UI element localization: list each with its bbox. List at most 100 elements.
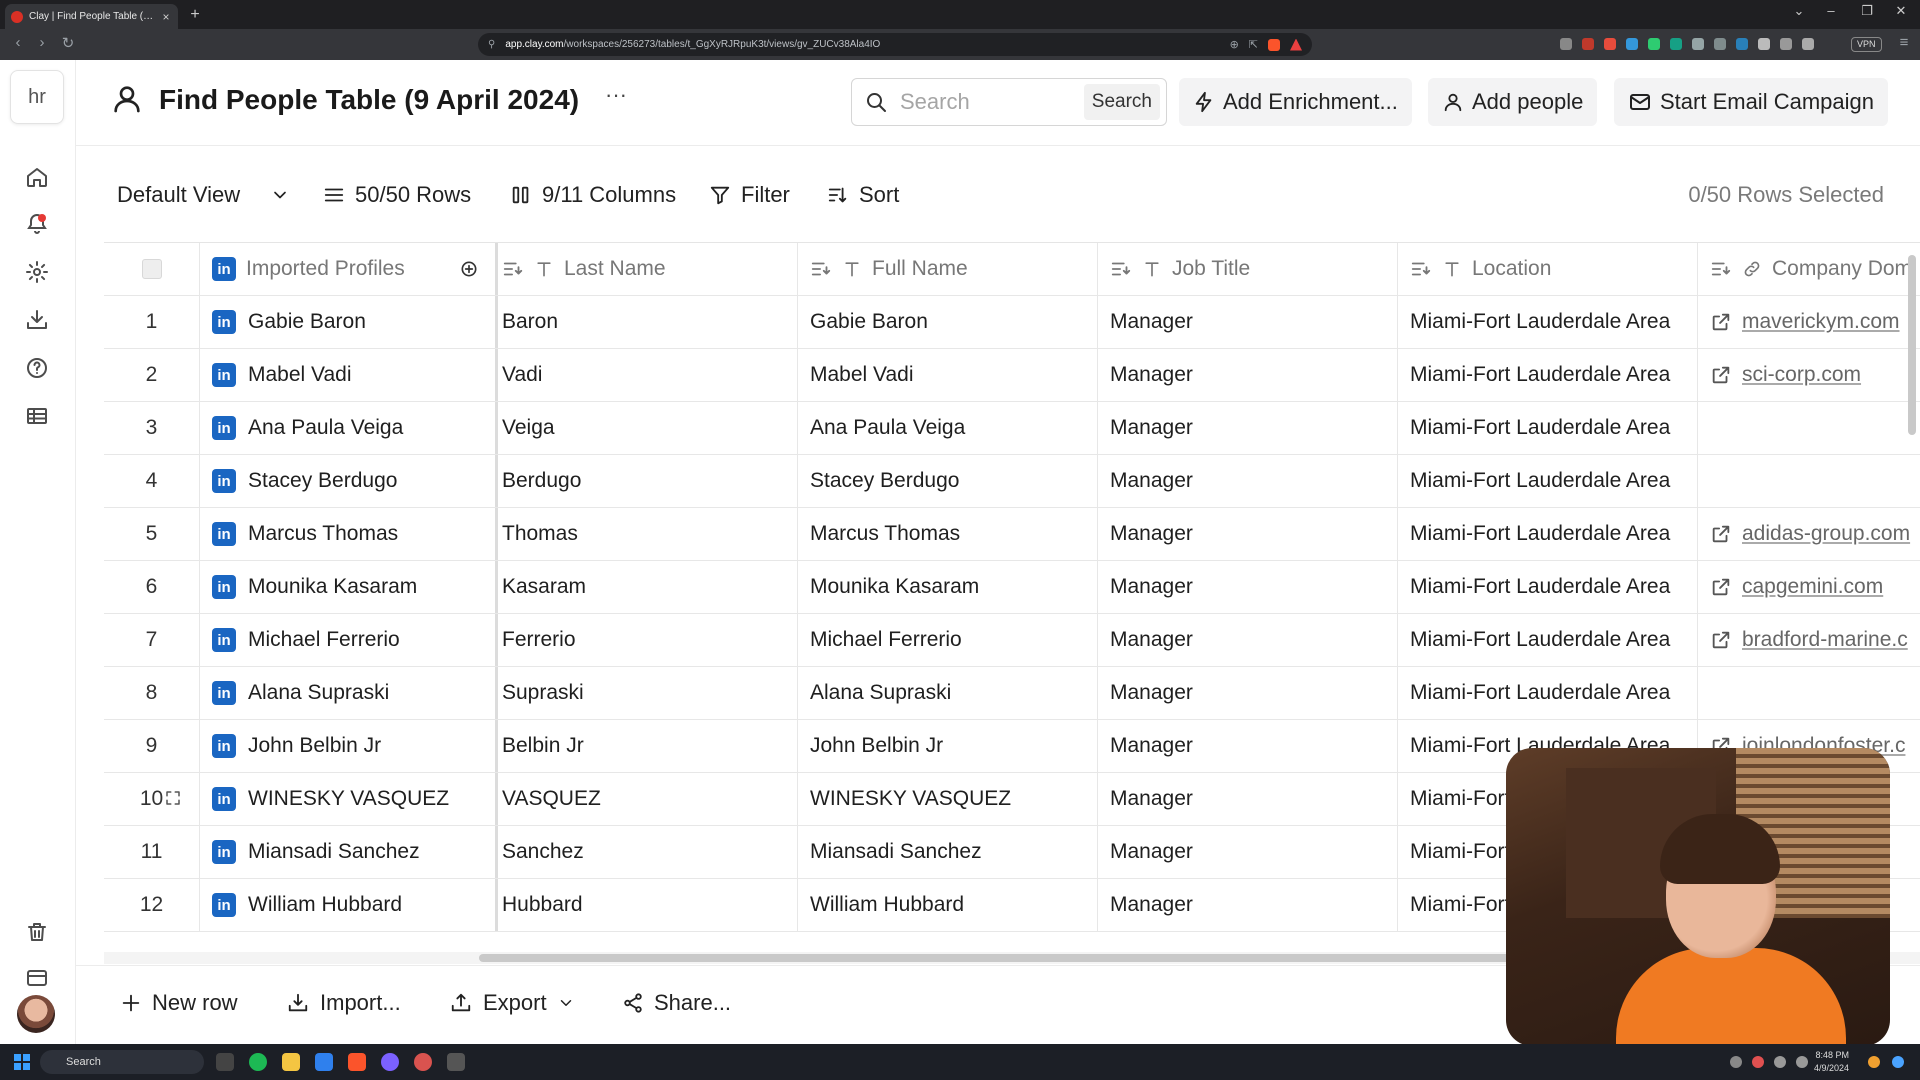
table-row[interactable]: 6 in Mounika Kasaram Kasaram Mounika Kasaram… <box>104 561 1920 614</box>
settings-gear-icon[interactable] <box>25 260 49 284</box>
extension-icon[interactable] <box>1670 38 1682 50</box>
last-name-cell[interactable]: Baron <box>498 296 798 348</box>
table-row[interactable]: 1 in Gabie Baron Baron Gabie Baron Manager Mia… <box>104 296 1920 349</box>
browser-tab[interactable]: Clay | Find People Table (9 April... × <box>5 4 178 29</box>
column-header-job-title[interactable]: Job Title <box>1098 243 1398 295</box>
job-title-cell[interactable]: Manager <box>1098 720 1398 772</box>
job-title-cell[interactable]: Manager <box>1098 826 1398 878</box>
columns-button[interactable]: 9/11 Columns <box>510 182 676 208</box>
download-tray-icon[interactable] <box>25 308 49 332</box>
external-link-icon[interactable] <box>1710 629 1732 651</box>
extension-icon[interactable] <box>1560 38 1572 50</box>
column-header-last-name[interactable]: Last Name <box>498 243 798 295</box>
vscode-icon[interactable] <box>315 1053 333 1071</box>
job-title-cell[interactable]: Manager <box>1098 349 1398 401</box>
extension-icon[interactable] <box>1692 38 1704 50</box>
imported-profile-cell[interactable]: in Gabie Baron <box>200 296 498 348</box>
copilot-icon[interactable] <box>1892 1056 1904 1068</box>
row-number-cell[interactable]: 9 <box>104 720 200 772</box>
brave-rewards-icon[interactable] <box>1290 38 1302 51</box>
imported-profile-cell[interactable]: in Stacey Berdugo <box>200 455 498 507</box>
job-title-cell[interactable]: Manager <box>1098 455 1398 507</box>
row-number-cell[interactable]: 1 <box>104 296 200 348</box>
row-number-cell[interactable]: 8 <box>104 667 200 719</box>
company-domain-link[interactable]: bradford-marine.c <box>1742 628 1908 652</box>
extension-icon[interactable] <box>1736 38 1748 50</box>
full-name-cell[interactable]: Stacey Berdugo <box>798 455 1098 507</box>
job-title-cell[interactable]: Manager <box>1098 667 1398 719</box>
full-name-cell[interactable]: Gabie Baron <box>798 296 1098 348</box>
job-title-cell[interactable]: Manager <box>1098 296 1398 348</box>
last-name-cell[interactable]: Ferrerio <box>498 614 798 666</box>
company-domain-cell[interactable]: bradford-marine.c <box>1698 614 1920 666</box>
imported-profile-cell[interactable]: in William Hubbard <box>200 879 498 931</box>
extension-icon[interactable] <box>1648 38 1660 50</box>
spotify-icon[interactable] <box>249 1053 267 1071</box>
forward-icon[interactable]: › <box>32 34 52 51</box>
imported-profile-cell[interactable]: in Alana Supraski <box>200 667 498 719</box>
company-domain-link[interactable]: adidas-group.com <box>1742 522 1910 546</box>
filter-button[interactable]: Filter <box>709 182 790 208</box>
company-domain-link[interactable]: sci-corp.com <box>1742 363 1861 387</box>
export-button[interactable]: Export <box>449 990 575 1016</box>
table-row[interactable]: 4 in Stacey Berdugo Berdugo Stacey Berdugo Ma… <box>104 455 1920 508</box>
reload-icon[interactable]: ↻ <box>58 34 78 52</box>
notification-bell-icon[interactable] <box>1868 1056 1880 1068</box>
row-number-cell[interactable]: 2 <box>104 349 200 401</box>
job-title-cell[interactable]: Manager <box>1098 561 1398 613</box>
company-domain-cell[interactable]: maverickym.com <box>1698 296 1920 348</box>
help-icon[interactable] <box>25 356 49 380</box>
address-bar[interactable]: ⚲ app.clay.com/workspaces/256273/tables/… <box>478 33 1312 56</box>
search-button[interactable]: Search <box>1083 84 1160 120</box>
expand-row-icon[interactable] <box>164 789 182 807</box>
full-name-cell[interactable]: Ana Paula Veiga <box>798 402 1098 454</box>
chrome-icon[interactable] <box>414 1053 432 1071</box>
full-name-cell[interactable]: Marcus Thomas <box>798 508 1098 560</box>
last-name-cell[interactable]: Hubbard <box>498 879 798 931</box>
table-row[interactable]: 5 in Marcus Thomas Thomas Marcus Thomas Manag… <box>104 508 1920 561</box>
share-button[interactable]: Share... <box>622 990 731 1016</box>
row-number-cell[interactable]: 6 <box>104 561 200 613</box>
add-source-icon[interactable] <box>459 259 479 279</box>
extension-icon[interactable] <box>1714 38 1726 50</box>
extension-icon[interactable] <box>1582 38 1594 50</box>
column-header-company-domain[interactable]: Company Dom <box>1698 243 1920 295</box>
row-number-cell[interactable]: 5 <box>104 508 200 560</box>
column-header-imported-profiles[interactable]: in Imported Profiles <box>200 243 498 295</box>
company-domain-cell[interactable]: capgemini.com <box>1698 561 1920 613</box>
column-header-full-name[interactable]: Full Name <box>798 243 1098 295</box>
add-enrichment-button[interactable]: Add Enrichment... <box>1179 78 1412 126</box>
row-number-cell[interactable]: 11 <box>104 826 200 878</box>
windows-start-icon[interactable] <box>14 1054 30 1070</box>
external-link-icon[interactable] <box>1710 523 1732 545</box>
job-title-cell[interactable]: Manager <box>1098 402 1398 454</box>
trash-icon[interactable] <box>25 920 49 944</box>
microphone-icon[interactable] <box>1752 1056 1764 1068</box>
full-name-cell[interactable]: Mounika Kasaram <box>798 561 1098 613</box>
job-title-cell[interactable]: Manager <box>1098 614 1398 666</box>
company-domain-cell[interactable]: sci-corp.com <box>1698 349 1920 401</box>
app-icon[interactable] <box>447 1053 465 1071</box>
last-name-cell[interactable]: Sanchez <box>498 826 798 878</box>
location-cell[interactable]: Miami-Fort Lauderdale Area <box>1398 349 1698 401</box>
last-name-cell[interactable]: VASQUEZ <box>498 773 798 825</box>
workspace-switcher[interactable]: hr <box>10 70 64 124</box>
extensions-puzzle-icon[interactable] <box>1758 38 1770 50</box>
full-name-cell[interactable]: Alana Supraski <box>798 667 1098 719</box>
notifications-bell-icon[interactable] <box>25 212 49 236</box>
page-title[interactable]: Find People Table (9 April 2024) <box>159 84 579 116</box>
last-name-cell[interactable]: Veiga <box>498 402 798 454</box>
location-cell[interactable]: Miami-Fort Lauderdale Area <box>1398 455 1698 507</box>
tray-chevron-icon[interactable] <box>1730 1056 1742 1068</box>
brave-browser-icon[interactable] <box>348 1053 366 1071</box>
location-cell[interactable]: Miami-Fort Lauderdale Area <box>1398 667 1698 719</box>
external-link-icon[interactable] <box>1710 576 1732 598</box>
search-input[interactable] <box>900 89 1084 115</box>
select-all-checkbox[interactable] <box>141 259 162 279</box>
imported-profile-cell[interactable]: in Miansadi Sanchez <box>200 826 498 878</box>
location-cell[interactable]: Miami-Fort Lauderdale Area <box>1398 614 1698 666</box>
imported-profile-cell[interactable]: in Michael Ferrerio <box>200 614 498 666</box>
tab-search-icon[interactable]: ⌄ <box>1788 3 1810 19</box>
task-view-icon[interactable] <box>216 1053 234 1071</box>
imported-profile-cell[interactable]: in Mabel Vadi <box>200 349 498 401</box>
